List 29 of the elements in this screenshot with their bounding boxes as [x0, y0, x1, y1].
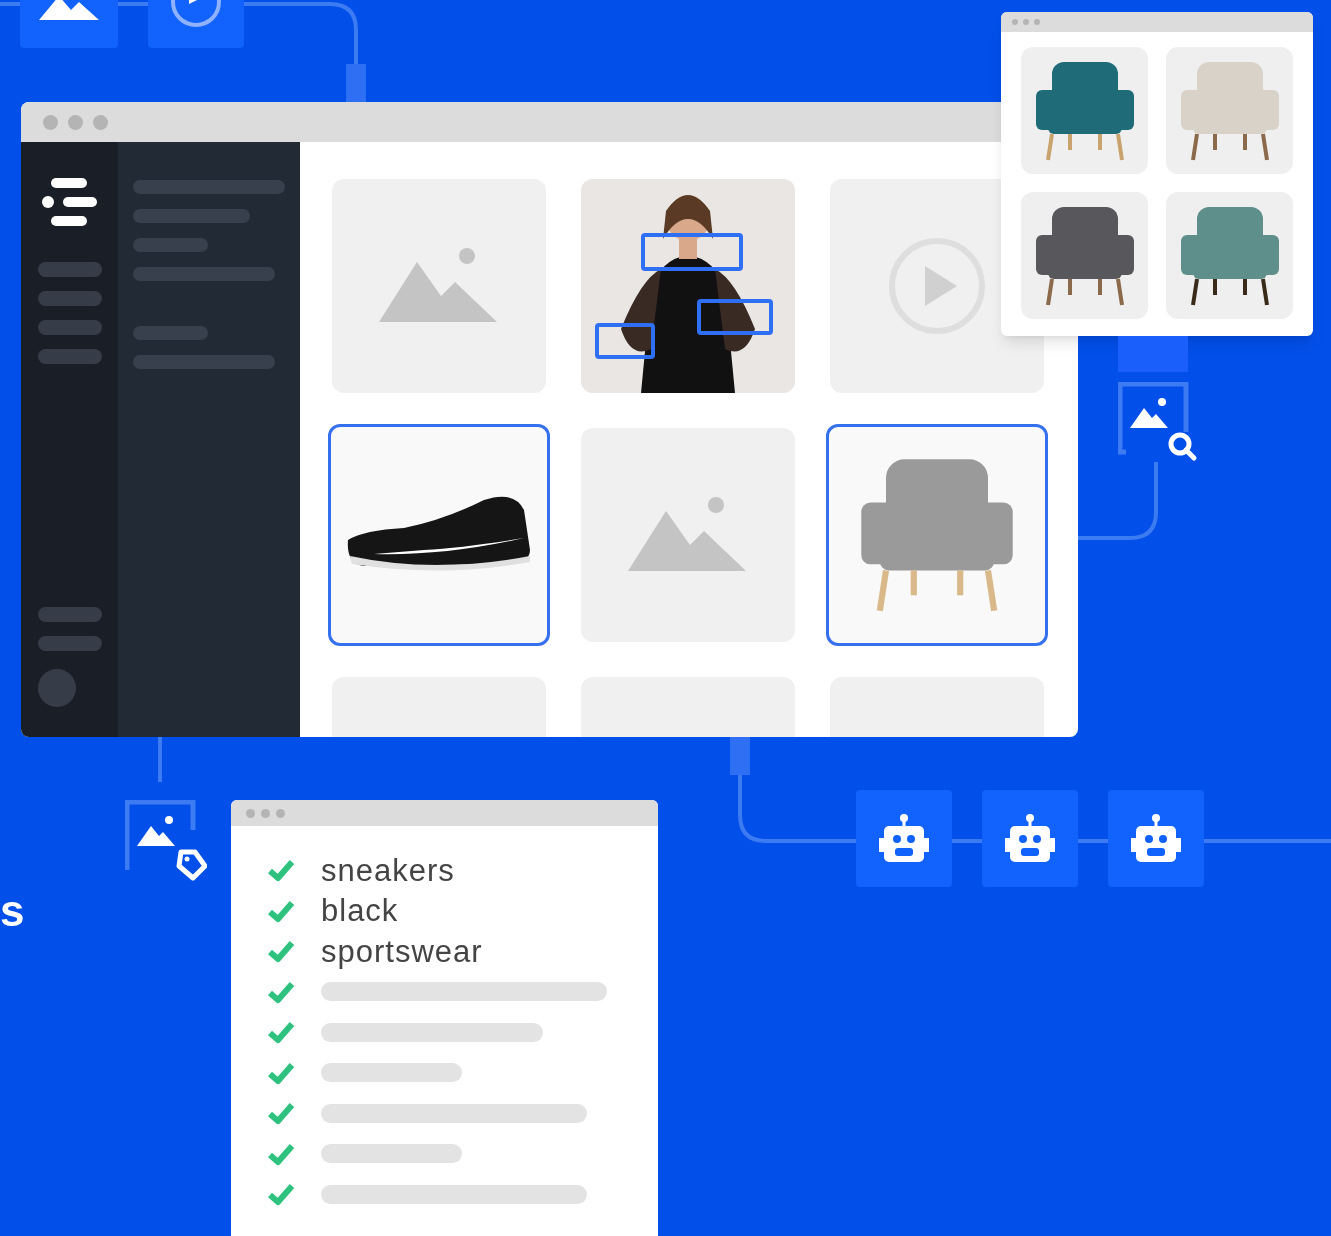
connector-block — [730, 735, 750, 775]
tag-label: black — [321, 895, 399, 927]
menu-placeholder — [37, 607, 102, 622]
media-tile[interactable] — [332, 179, 546, 393]
connector-block — [346, 64, 366, 102]
heading-text: s — [0, 889, 25, 933]
media-tile[interactable] — [328, 424, 550, 646]
robot-icon — [879, 813, 929, 864]
avatar — [37, 669, 76, 707]
image-search-icon — [1118, 382, 1198, 462]
menu-placeholder — [37, 262, 102, 277]
menu-placeholder — [37, 320, 102, 335]
media-tile[interactable] — [581, 428, 795, 642]
robot-icon — [1005, 813, 1055, 864]
robot-icon — [1131, 813, 1181, 864]
mountain-icon — [39, 0, 99, 20]
image-placeholder-icon — [628, 497, 748, 573]
media-tile[interactable] — [826, 424, 1048, 646]
play-icon — [887, 236, 987, 336]
menu-placeholder — [37, 291, 102, 306]
connector-block — [1118, 336, 1188, 372]
logo-icon — [41, 178, 98, 226]
model-photo[interactable] — [581, 179, 795, 393]
menu-placeholder — [37, 349, 102, 364]
menu-placeholder — [37, 636, 102, 651]
tag-label: sportswear — [321, 935, 483, 967]
image-placeholder-icon — [379, 248, 499, 324]
play-icon — [170, 0, 222, 28]
tag-label: sneakers — [321, 854, 455, 886]
